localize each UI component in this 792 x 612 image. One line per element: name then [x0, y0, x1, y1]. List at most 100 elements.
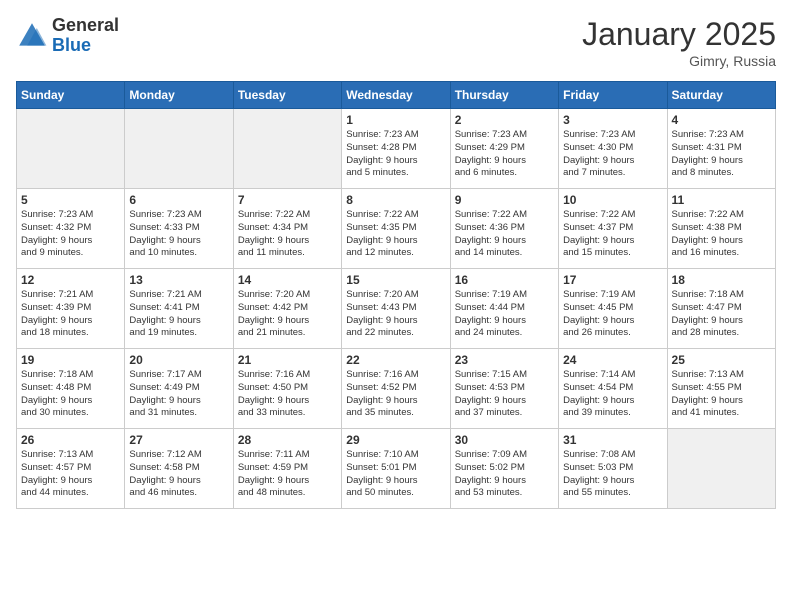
day-info: Sunrise: 7:21 AM Sunset: 4:39 PM Dayligh… [21, 289, 120, 340]
day-info: Sunrise: 7:16 AM Sunset: 4:52 PM Dayligh… [346, 369, 445, 420]
day-info: Sunrise: 7:18 AM Sunset: 4:47 PM Dayligh… [672, 289, 771, 340]
calendar-cell: 11 Sunrise: 7:22 AM Sunset: 4:38 PM Dayli… [667, 189, 775, 269]
day-number: 27 [129, 433, 228, 447]
day-info: Sunrise: 7:15 AM Sunset: 4:53 PM Dayligh… [455, 369, 554, 420]
day-number: 14 [238, 273, 337, 287]
day-number: 7 [238, 193, 337, 207]
calendar-cell: 2 Sunrise: 7:23 AM Sunset: 4:29 PM Daylig… [450, 109, 558, 189]
day-number: 17 [563, 273, 662, 287]
calendar-col-header: Monday [125, 82, 233, 109]
page-header: General Blue January 2025 Gimry, Russia [16, 16, 776, 69]
calendar-cell: 15Sunrise: 7:20 AM Sunset: 4:43 PM Dayli… [342, 269, 450, 349]
day-number: 22 [346, 353, 445, 367]
calendar-cell: 20Sunrise: 7:17 AM Sunset: 4:49 PM Dayli… [125, 349, 233, 429]
day-info: Sunrise: 7:22 AM Sunset: 4:36 PM Dayligh… [455, 209, 554, 260]
calendar-col-header: Tuesday [233, 82, 341, 109]
calendar-cell: 3 Sunrise: 7:23 AM Sunset: 4:30 PM Daylig… [559, 109, 667, 189]
calendar-col-header: Saturday [667, 82, 775, 109]
day-info: Sunrise: 7:10 AM Sunset: 5:01 PM Dayligh… [346, 449, 445, 500]
day-number: 29 [346, 433, 445, 447]
calendar-week-row: 19 Sunrise: 7:18 AM Sunset: 4:48 PM Dayli… [17, 349, 776, 429]
calendar-cell: 9 Sunrise: 7:22 AM Sunset: 4:36 PM Daylig… [450, 189, 558, 269]
day-number: 1 [346, 113, 445, 127]
day-info: Sunrise: 7:09 AM Sunset: 5:02 PM Dayligh… [455, 449, 554, 500]
calendar-cell: 14 Sunrise: 7:20 AM Sunset: 4:42 PM Dayli… [233, 269, 341, 349]
calendar-cell: 18 Sunrise: 7:18 AM Sunset: 4:47 PM Dayli… [667, 269, 775, 349]
day-info: Sunrise: 7:23 AM Sunset: 4:29 PM Dayligh… [455, 129, 554, 180]
day-info: Sunrise: 7:18 AM Sunset: 4:48 PM Dayligh… [21, 369, 120, 420]
day-number: 24 [563, 353, 662, 367]
calendar-cell: 8 Sunrise: 7:22 AM Sunset: 4:35 PM Daylig… [342, 189, 450, 269]
day-number: 28 [238, 433, 337, 447]
day-info: Sunrise: 7:16 AM Sunset: 4:50 PM Dayligh… [238, 369, 337, 420]
calendar-cell: 6 Sunrise: 7:23 AM Sunset: 4:33 PM Daylig… [125, 189, 233, 269]
calendar-col-header: Wednesday [342, 82, 450, 109]
calendar-cell [17, 109, 125, 189]
calendar-cell: 21 Sunrise: 7:16 AM Sunset: 4:50 PM Dayli… [233, 349, 341, 429]
month-title: January 2025 [582, 16, 776, 53]
day-info: Sunrise: 7:08 AM Sunset: 5:03 PM Dayligh… [563, 449, 662, 500]
day-info: Sunrise: 7:19 AM Sunset: 4:45 PM Dayligh… [563, 289, 662, 340]
day-number: 3 [563, 113, 662, 127]
calendar-cell: 10 Sunrise: 7:22 AM Sunset: 4:37 PM Dayli… [559, 189, 667, 269]
day-number: 9 [455, 193, 554, 207]
calendar-week-row: 12 Sunrise: 7:21 AM Sunset: 4:39 PM Dayli… [17, 269, 776, 349]
day-info: Sunrise: 7:22 AM Sunset: 4:38 PM Dayligh… [672, 209, 771, 260]
calendar-cell: 25Sunrise: 7:13 AM Sunset: 4:55 PM Dayli… [667, 349, 775, 429]
logo-general-text: General [52, 16, 119, 36]
calendar-cell: 23Sunrise: 7:15 AM Sunset: 4:53 PM Dayli… [450, 349, 558, 429]
day-number: 11 [672, 193, 771, 207]
day-number: 31 [563, 433, 662, 447]
calendar-col-header: Friday [559, 82, 667, 109]
day-info: Sunrise: 7:23 AM Sunset: 4:32 PM Dayligh… [21, 209, 120, 260]
day-info: Sunrise: 7:21 AM Sunset: 4:41 PM Dayligh… [129, 289, 228, 340]
day-info: Sunrise: 7:20 AM Sunset: 4:43 PM Dayligh… [346, 289, 445, 340]
day-info: Sunrise: 7:14 AM Sunset: 4:54 PM Dayligh… [563, 369, 662, 420]
day-info: Sunrise: 7:11 AM Sunset: 4:59 PM Dayligh… [238, 449, 337, 500]
calendar-header-row: SundayMondayTuesdayWednesdayThursdayFrid… [17, 82, 776, 109]
calendar-cell: 13 Sunrise: 7:21 AM Sunset: 4:41 PM Dayli… [125, 269, 233, 349]
calendar-cell: 16Sunrise: 7:19 AM Sunset: 4:44 PM Dayli… [450, 269, 558, 349]
calendar-cell: 12 Sunrise: 7:21 AM Sunset: 4:39 PM Dayli… [17, 269, 125, 349]
calendar-col-header: Thursday [450, 82, 558, 109]
day-number: 21 [238, 353, 337, 367]
day-number: 12 [21, 273, 120, 287]
day-number: 4 [672, 113, 771, 127]
day-info: Sunrise: 7:12 AM Sunset: 4:58 PM Dayligh… [129, 449, 228, 500]
title-block: January 2025 Gimry, Russia [582, 16, 776, 69]
calendar-week-row: 1 Sunrise: 7:23 AM Sunset: 4:28 PM Daylig… [17, 109, 776, 189]
day-number: 26 [21, 433, 120, 447]
day-info: Sunrise: 7:22 AM Sunset: 4:35 PM Dayligh… [346, 209, 445, 260]
location-text: Gimry, Russia [582, 53, 776, 69]
logo-blue-text: Blue [52, 36, 119, 56]
day-number: 10 [563, 193, 662, 207]
day-number: 6 [129, 193, 228, 207]
day-number: 8 [346, 193, 445, 207]
calendar-cell: 27 Sunrise: 7:12 AM Sunset: 4:58 PM Dayli… [125, 429, 233, 509]
logo: General Blue [16, 16, 119, 56]
calendar-table: SundayMondayTuesdayWednesdayThursdayFrid… [16, 81, 776, 509]
day-info: Sunrise: 7:20 AM Sunset: 4:42 PM Dayligh… [238, 289, 337, 340]
day-number: 18 [672, 273, 771, 287]
day-info: Sunrise: 7:22 AM Sunset: 4:37 PM Dayligh… [563, 209, 662, 260]
calendar-cell: 7 Sunrise: 7:22 AM Sunset: 4:34 PM Daylig… [233, 189, 341, 269]
calendar-cell: 26Sunrise: 7:13 AM Sunset: 4:57 PM Dayli… [17, 429, 125, 509]
calendar-cell: 28 Sunrise: 7:11 AM Sunset: 4:59 PM Dayli… [233, 429, 341, 509]
day-info: Sunrise: 7:17 AM Sunset: 4:49 PM Dayligh… [129, 369, 228, 420]
day-number: 5 [21, 193, 120, 207]
day-info: Sunrise: 7:23 AM Sunset: 4:31 PM Dayligh… [672, 129, 771, 180]
day-number: 2 [455, 113, 554, 127]
day-number: 19 [21, 353, 120, 367]
calendar-week-row: 5 Sunrise: 7:23 AM Sunset: 4:32 PM Daylig… [17, 189, 776, 269]
day-info: Sunrise: 7:13 AM Sunset: 4:55 PM Dayligh… [672, 369, 771, 420]
calendar-cell: 22 Sunrise: 7:16 AM Sunset: 4:52 PM Dayli… [342, 349, 450, 429]
day-info: Sunrise: 7:23 AM Sunset: 4:28 PM Dayligh… [346, 129, 445, 180]
logo-text: General Blue [52, 16, 119, 56]
calendar-week-row: 26Sunrise: 7:13 AM Sunset: 4:57 PM Dayli… [17, 429, 776, 509]
day-info: Sunrise: 7:22 AM Sunset: 4:34 PM Dayligh… [238, 209, 337, 260]
calendar-cell: 5 Sunrise: 7:23 AM Sunset: 4:32 PM Daylig… [17, 189, 125, 269]
day-info: Sunrise: 7:23 AM Sunset: 4:30 PM Dayligh… [563, 129, 662, 180]
day-number: 13 [129, 273, 228, 287]
calendar-cell [125, 109, 233, 189]
day-info: Sunrise: 7:23 AM Sunset: 4:33 PM Dayligh… [129, 209, 228, 260]
